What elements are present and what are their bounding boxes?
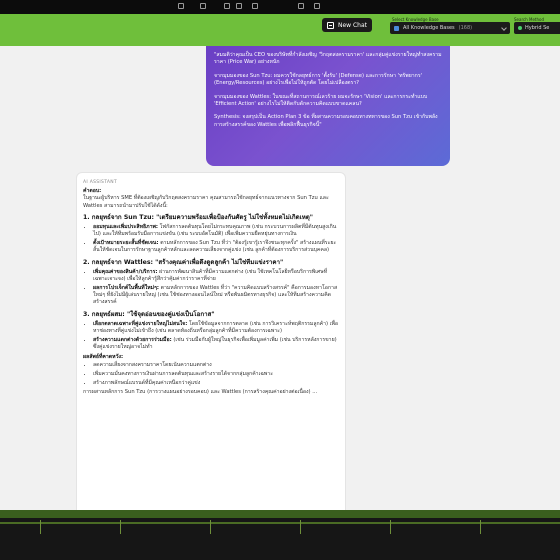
window-tab-icon[interactable] [236,3,242,9]
chat-area[interactable]: "สมมติว่าคุณเป็น CEO ของบริษัทที่กำลังเผ… [0,46,560,510]
window-tab-icon[interactable] [314,3,320,9]
user-message-line: จากมุมมองของ Sun Tzu: ผมควรใช้กลยุทธ์การ… [214,72,423,87]
section-title: 1. กลยุทธ์จาก Sun Tzu: "เตรียมความพร้อมเ… [83,213,314,221]
window-titlebar [0,0,560,14]
list-item: สร้างภาพลักษณ์แบรนด์ที่มีคุณค่าเหนือกว่า… [93,380,339,387]
user-message-line: "สมมติว่าคุณเป็น CEO ของบริษัทที่กำลังเผ… [214,52,442,66]
chevron-down-icon [501,25,507,31]
window-tab-icon[interactable] [252,3,258,9]
section-title: 3. กลยุทธ์ผสม: "ใช้จุดอ่อนของคู่แข่งเป็น… [83,310,215,318]
list-item: ลดความเสี่ยงจากสงครามราคาโดยเน้นความแตกต… [93,362,339,369]
ai-assistant-label: AI ASSISTANT [83,180,118,185]
status-dot-icon [518,26,522,30]
kb-select-value: All Knowledge Bases [403,25,455,31]
user-message-line: Synthesis: จงสรุปเป็น Action Plan 3 ข้อ … [214,114,438,128]
footer-divider [0,522,560,524]
new-chat-button[interactable]: New Chat [322,18,372,32]
window-tab-icon[interactable] [224,3,230,9]
list-item: เพิ่มคุณค่าของสินค้า/บริการ: ผ่านการพัฒน… [93,269,339,283]
footer-highlight [0,510,560,518]
new-chat-label: New Chat [338,21,368,29]
search-method-select[interactable]: Hybrid Se [514,22,560,34]
app-header: New Chat Select Knowledge Base All Knowl… [0,14,560,46]
new-chat-icon [327,21,334,29]
database-icon [394,25,399,31]
results-list: ลดความเสี่ยงจากสงครามราคาโดยเน้นความแตกต… [93,362,339,388]
answer-tail: การผสานหลักการ Sun Tzu (การวางแผนอย่างรอ… [83,389,318,396]
window-tab-icon[interactable] [200,3,206,9]
footer-band [0,510,560,560]
section-list: เลือกตลาดเฉพาะที่คู่แข่งรายใหญ่ไม่สนใจ: … [93,321,339,352]
section-list: เพิ่มคุณค่าของสินค้า/บริการ: ผ่านการพัฒน… [93,269,339,307]
kb-count: (168) [458,25,473,31]
list-item: สร้างความแตกต่างด้วยการร่วมมือ: (เช่น ร่… [93,337,339,351]
window-tab-icon[interactable] [298,3,304,9]
list-item: เพิ่มความมั่นคงทางการเงินผ่านการลดต้นทุน… [93,371,339,378]
results-title: ผลลัพธ์ที่คาดหวัง: [83,354,124,361]
answer-intro: ในฐานะผู้บริหาร SME ที่ต้องเผชิญกับวิกฤต… [83,195,329,209]
list-item: ผลการโปรเจ็กต์ในพื้นที่ใหม่ๆ: ตามหลักการ… [93,285,339,307]
user-message-line: จากมุมมองของ Wattles: ในขณะที่สถานการณ์เ… [214,93,428,108]
list-item: ตั้งเป้าหมายระยะสั้นที่ชัดเจน: ตามหลักกา… [93,240,339,254]
ai-message-card: AI ASSISTANT คำตอบ: ในฐานะผู้บริหาร SME … [76,172,346,510]
user-message-bubble: "สมมติว่าคุณเป็น CEO ของบริษัทที่กำลังเผ… [206,46,450,166]
search-method-value: Hybrid Se [525,25,550,31]
list-item: เลือกตลาดเฉพาะที่คู่แข่งรายใหญ่ไม่สนใจ: … [93,321,339,335]
window-tab-icon[interactable] [178,3,184,9]
section-list: ออมทุนและเพิ่มประสิทธิภาพ: โฟกัสการลดต้น… [93,224,339,255]
section-title: 2. กลยุทธ์จาก Wattles: "สร้างคุณค่าเพื่อ… [83,258,284,266]
list-item: ออมทุนและเพิ่มประสิทธิภาพ: โฟกัสการลดต้น… [93,224,339,238]
knowledge-base-select[interactable]: All Knowledge Bases (168) [390,22,510,34]
